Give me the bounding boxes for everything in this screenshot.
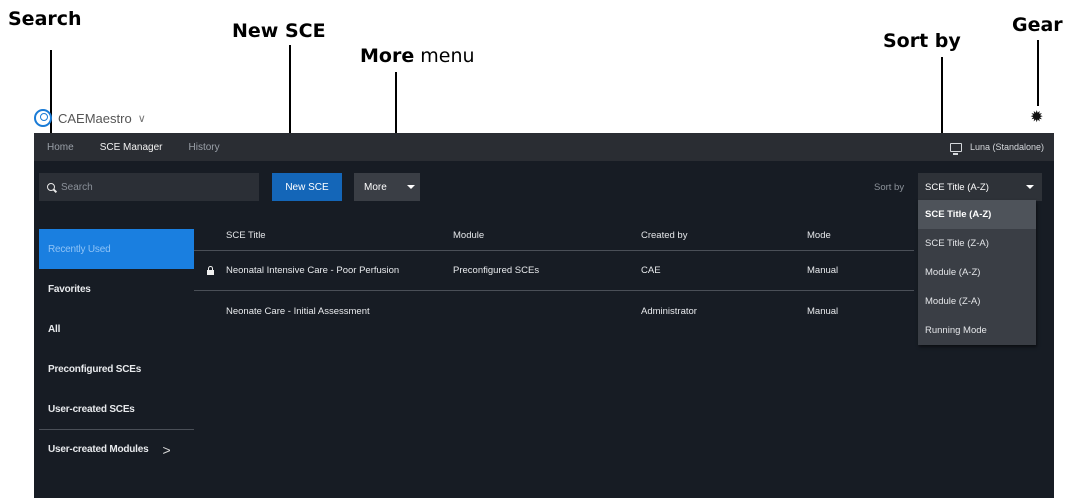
brand-name: CAEMaestro bbox=[58, 110, 132, 126]
new-sce-button[interactable]: New SCE bbox=[272, 173, 342, 201]
callout-search: Search bbox=[8, 8, 82, 30]
app-brand-switcher[interactable]: CAEMaestro ∨ bbox=[34, 107, 146, 129]
sort-selected-value: SCE Title (A-Z) bbox=[925, 181, 989, 193]
cell-sce-title: Neonatal Intensive Care - Poor Perfusion bbox=[226, 265, 400, 276]
cell-module: Preconfigured SCEs bbox=[453, 265, 540, 276]
monitor-icon bbox=[949, 142, 962, 155]
sidebar-item-all[interactable]: All bbox=[39, 309, 194, 349]
chevron-down-icon: ∨ bbox=[137, 112, 146, 125]
gear-icon[interactable]: ✹ bbox=[1030, 110, 1043, 126]
sidebar-item-label: Favorites bbox=[48, 283, 91, 295]
sidebar-item-label: Preconfigured SCEs bbox=[48, 363, 142, 375]
sort-option-title-z-a[interactable]: SCE Title (Z-A) bbox=[918, 229, 1036, 258]
callout-gear: Gear bbox=[1012, 14, 1063, 36]
nav-item-sce-manager[interactable]: SCE Manager bbox=[100, 142, 163, 153]
cell-created-by: Administrator bbox=[641, 305, 697, 317]
sort-option-module-a-z[interactable]: Module (A-Z) bbox=[918, 258, 1036, 287]
station-label: Luna (Standalone) bbox=[969, 142, 1044, 152]
sidebar-item-label: User-created Modules bbox=[48, 444, 149, 455]
lock-icon bbox=[206, 266, 214, 275]
more-button-label: More bbox=[364, 181, 387, 193]
cell-created-by: CAE bbox=[641, 265, 661, 276]
table-header: SCE Title Module Created by Mode bbox=[194, 221, 914, 251]
nav-item-history[interactable]: History bbox=[189, 142, 220, 153]
nav-item-home[interactable]: Home bbox=[47, 142, 74, 153]
user-account-icon bbox=[34, 109, 52, 127]
sort-option-title-a-z[interactable]: SCE Title (A-Z) bbox=[918, 200, 1036, 229]
caret-down-icon bbox=[1026, 185, 1034, 189]
column-header-mode[interactable]: Mode bbox=[807, 230, 907, 241]
table-row[interactable]: Neonatal Intensive Care - Poor Perfusion… bbox=[194, 251, 914, 291]
sidebar-item-user-created-modules[interactable]: User-created Modules > bbox=[39, 429, 194, 469]
sidebar-item-favorites[interactable]: Favorites bbox=[39, 269, 194, 309]
chevron-right-icon: > bbox=[162, 441, 171, 458]
sort-by-dropdown-menu: SCE Title (A-Z) SCE Title (Z-A) Module (… bbox=[918, 200, 1036, 345]
callout-sort-by: Sort by bbox=[883, 30, 961, 52]
sort-option-module-z-a[interactable]: Module (Z-A) bbox=[918, 287, 1036, 316]
cell-sce-title: Neonate Care - Initial Assessment bbox=[226, 305, 370, 317]
callout-more-menu: More menu bbox=[360, 45, 475, 67]
column-header-sce-title[interactable]: SCE Title bbox=[226, 230, 453, 241]
top-navigation: Home SCE Manager History Luna (Standalon… bbox=[34, 133, 1054, 161]
app-window: Home SCE Manager History Luna (Standalon… bbox=[34, 133, 1054, 498]
search-box[interactable] bbox=[39, 173, 259, 201]
more-menu-button[interactable]: More bbox=[354, 173, 420, 201]
callout-new-sce: New SCE bbox=[232, 20, 326, 42]
leader-line-gear bbox=[1037, 40, 1039, 106]
column-header-created-by[interactable]: Created by bbox=[641, 230, 807, 241]
toolbar: New SCE More Sort by SCE Title (A-Z) bbox=[34, 173, 1054, 201]
sidebar-item-label: Recently Used bbox=[48, 243, 111, 255]
sidebar-filters: Recently Used Favorites All Preconfigure… bbox=[39, 229, 194, 469]
sidebar-item-label: All bbox=[48, 323, 61, 335]
sidebar-item-label: User-created SCEs bbox=[48, 403, 135, 415]
column-header-module[interactable]: Module bbox=[453, 230, 641, 241]
cell-mode: Manual bbox=[807, 305, 839, 317]
search-input[interactable] bbox=[61, 181, 241, 193]
station-indicator[interactable]: Luna (Standalone) bbox=[949, 133, 1044, 161]
sort-option-running-mode[interactable]: Running Mode bbox=[918, 316, 1036, 345]
sidebar-item-user-created-sces[interactable]: User-created SCEs bbox=[39, 389, 194, 429]
sidebar-item-preconfigured-sces[interactable]: Preconfigured SCEs bbox=[39, 349, 194, 389]
cell-mode: Manual bbox=[807, 265, 839, 276]
sidebar-item-recently-used[interactable]: Recently Used bbox=[39, 229, 194, 269]
sce-table: SCE Title Module Created by Mode Neonata… bbox=[194, 221, 914, 331]
sort-by-select[interactable]: SCE Title (A-Z) bbox=[918, 173, 1042, 201]
table-row[interactable]: Neonate Care - Initial Assessment Admini… bbox=[194, 291, 914, 331]
search-icon bbox=[47, 183, 55, 191]
sort-by-label: Sort by bbox=[874, 181, 905, 193]
caret-down-icon bbox=[406, 185, 415, 189]
